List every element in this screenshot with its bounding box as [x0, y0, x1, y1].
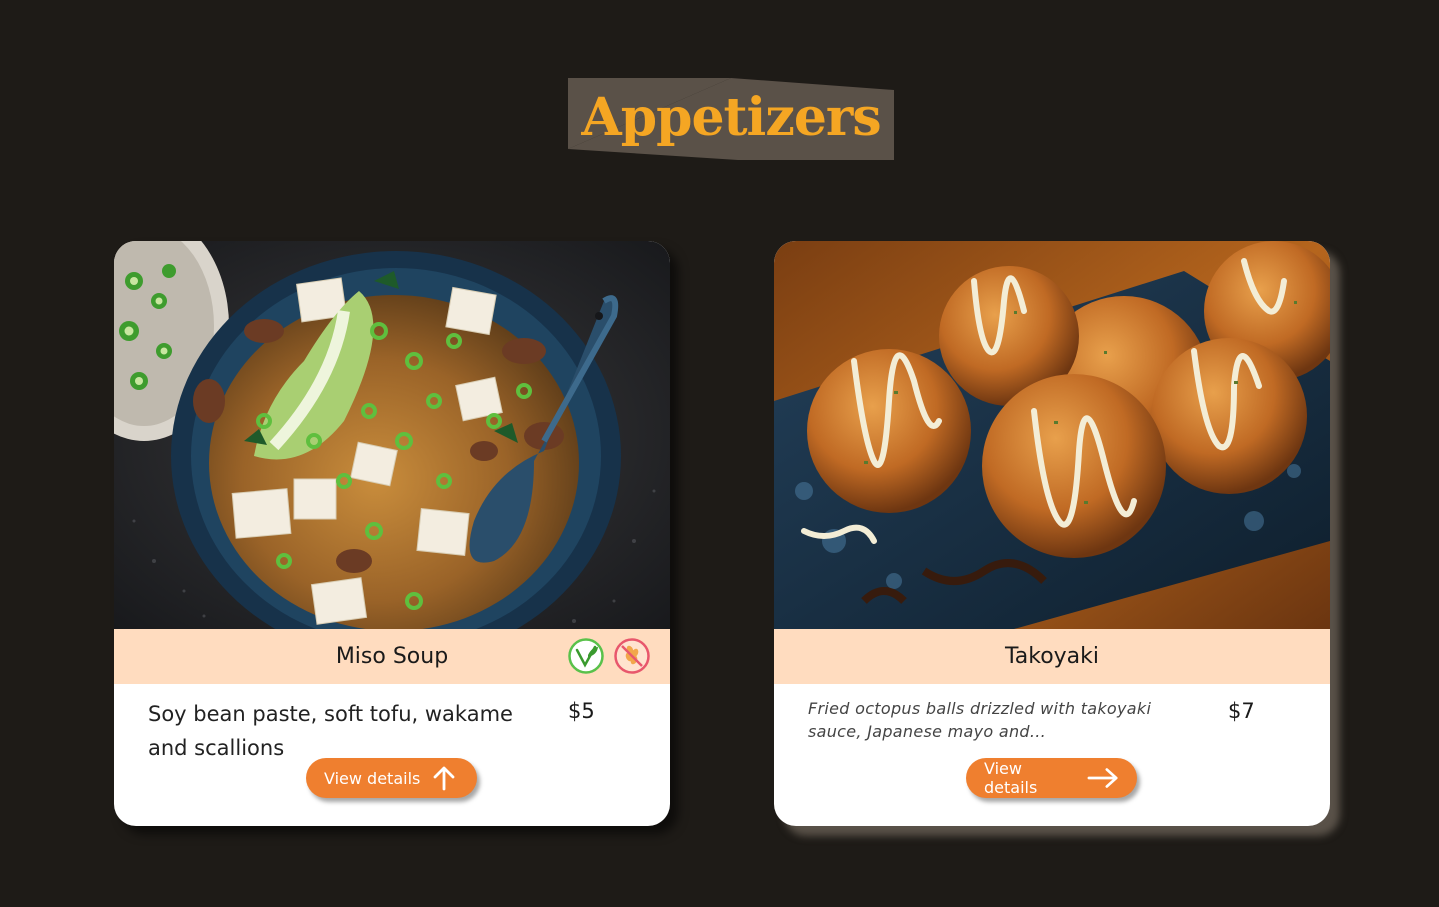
- arrow-right-icon: [1087, 768, 1118, 788]
- button-label: View details: [324, 768, 421, 788]
- button-label: View details: [984, 759, 1038, 797]
- item-name: Takoyaki: [1004, 644, 1100, 669]
- view-details-button[interactable]: View details: [306, 758, 477, 798]
- section-heading: Appetizers: [568, 78, 894, 160]
- vegan-leaf-icon: [568, 638, 604, 674]
- item-price: $7: [1228, 699, 1255, 723]
- menu-card-takoyaki: Takoyaki Fried octopus balls drizzled wi…: [774, 241, 1330, 826]
- section-title: Appetizers: [581, 87, 881, 148]
- arrow-up-icon: [433, 766, 455, 791]
- card-name-bar: Miso Soup: [114, 629, 670, 684]
- takoyaki-photo: [774, 241, 1330, 629]
- item-price: $5: [568, 699, 595, 723]
- menu-card-miso-soup: Miso Soup Soy bean paste, soft tofu, wak…: [114, 241, 670, 826]
- card-name-bar: Takoyaki: [774, 629, 1330, 684]
- menu-page: Appetizers Miso Soup Soy bean paste, sof…: [0, 0, 1439, 907]
- item-description: Soy bean paste, soft tofu, wakame and sc…: [148, 702, 513, 760]
- view-details-button[interactable]: View details: [966, 758, 1137, 798]
- miso-soup-photo: [114, 241, 670, 629]
- item-description: Fried octopus balls drizzled with takoya…: [808, 699, 1152, 741]
- diet-icons: [568, 638, 650, 676]
- no-gluten-icon: [614, 638, 650, 674]
